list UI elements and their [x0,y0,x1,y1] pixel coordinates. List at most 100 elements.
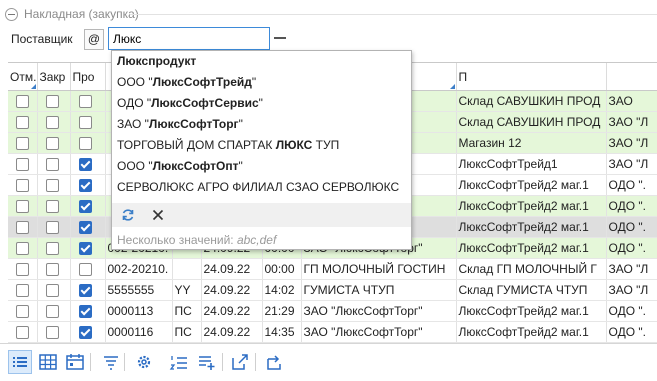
checkbox-otm[interactable] [16,326,29,340]
checkbox-pro[interactable] [78,305,92,319]
checkbox-zakr[interactable] [45,158,59,172]
checkbox-zakr[interactable] [45,116,59,130]
cell-zakr [37,132,71,154]
cell-p: ЗАО "Л [606,258,657,280]
cell-otm [8,132,38,154]
numbered-list-button[interactable] [168,351,190,373]
checkbox-zakr[interactable] [45,326,59,340]
suggestion-item[interactable]: ЗАО "ЛюксСофтТорг" [112,114,411,135]
column-header[interactable]: Про [70,63,106,91]
cell-supplier: ГУМИСТА ЧТУП [301,279,457,301]
option-text: " [238,159,243,173]
table-row[interactable]: 5555555 YY 24.09.22 14:02 ГУМИСТА ЧТУП Склад … [8,279,657,301]
cell-p: ОДО ". [606,195,657,217]
checkbox-pro[interactable] [78,95,92,109]
refresh-icon[interactable] [121,208,135,222]
grid-view-button[interactable] [37,351,59,373]
checkbox-zakr[interactable] [45,137,59,151]
column-header[interactable]: Отм. [8,63,38,91]
column-header[interactable] [606,63,657,91]
export-button[interactable] [229,351,251,373]
match-highlight: Люкспродукт [117,54,197,68]
option-text: ООО " [117,159,153,173]
checkbox-pro[interactable] [78,242,92,256]
bottom-toolbar [0,343,657,381]
checkbox-pro[interactable] [78,284,92,298]
cell-date: 24.09.22 [201,321,263,343]
cell-warehouse: ЛюксСофтТрейд2 маг.1 [456,300,607,322]
column-header[interactable]: П [456,63,607,91]
table-row[interactable]: 002-20210. 24.09.22 00:00 ГП МОЛОЧНЫЙ ГОСТИ… [8,258,657,280]
supplier-filter-label: Поставщик [11,32,73,46]
table-row[interactable]: 0000113 ПС 24.09.22 21:29 ЗАО "ЛюксСофтТорг"… [8,300,657,322]
checkbox-zakr[interactable] [45,179,59,193]
transfer-button[interactable] [263,351,285,373]
list-view-button[interactable] [8,350,32,374]
checkbox-zakr[interactable] [45,221,59,235]
cell-num: 0000116 [105,321,173,343]
cell-supplier: ГП МОЛОЧНЫЙ ГОСТИН [301,258,457,280]
cell-p: ОДО ". [606,237,657,259]
checkbox-otm[interactable] [16,116,29,130]
checkbox-pro[interactable] [78,326,92,340]
checkbox-otm[interactable] [16,200,29,214]
cell-zakr [37,111,71,133]
cell-pro [70,174,106,196]
cell-warehouse: Склад ГУМИСТА ЧТУП [456,279,607,301]
add-row-button[interactable] [196,351,218,373]
remove-filter-button[interactable] [274,37,286,39]
checkbox-zakr[interactable] [45,200,59,214]
checkbox-pro[interactable] [78,116,92,130]
cell-time: 14:02 [262,279,302,301]
checkbox-pro[interactable] [78,221,92,235]
checkbox-zakr[interactable] [45,305,59,319]
suggestion-list: Люкспродукт ООО "ЛюксСофтТрейд" ОДО "ЛюксС… [112,51,411,198]
checkbox-otm[interactable] [16,95,29,109]
checkbox-pro[interactable] [78,263,92,277]
suggestion-item[interactable]: ООО "ЛюксСофтТрейд" [112,72,411,93]
cell-zakr [37,279,71,301]
cell-code: ПС [172,321,202,343]
checkbox-otm[interactable] [16,284,29,298]
cell-otm [8,258,38,280]
checkbox-zakr[interactable] [45,95,59,109]
checkbox-pro[interactable] [78,137,92,151]
checkbox-pro[interactable] [78,179,92,193]
checkbox-otm[interactable] [16,263,29,277]
checkbox-zakr[interactable] [45,242,59,256]
column-header[interactable]: Закр [37,63,71,91]
calendar-view-icon [66,354,84,370]
checkbox-zakr[interactable] [45,284,59,298]
suggestion-item[interactable]: ТОРГОВЫЙ ДОМ СПАРТАК ЛЮКС ТУП [112,135,411,156]
transfer-icon [267,355,281,370]
suggestion-item[interactable]: ОДО "ЛюксСофтСервис" [112,93,411,114]
option-text: ЗАО " [117,117,149,131]
suggestion-item[interactable]: СЕРВОЛЮКС АГРО ФИЛИАЛ СЗАО СЕРВОЛЮКС [112,177,411,198]
checkbox-pro[interactable] [78,158,92,172]
calendar-view-button[interactable] [64,351,86,373]
collapse-icon[interactable] [5,7,18,21]
checkbox-otm[interactable] [16,158,29,172]
cell-zakr [37,153,71,175]
checkbox-otm[interactable] [16,137,29,151]
filter-row: Поставщик @ [0,27,657,51]
cell-p: ОДО ". [606,300,657,322]
supplier-search-input[interactable] [108,27,270,50]
cell-zakr [37,174,71,196]
checkbox-zakr[interactable] [45,263,59,277]
checkbox-otm[interactable] [16,179,29,193]
close-icon[interactable] [151,208,165,222]
filter-button[interactable] [100,351,122,373]
checkbox-pro[interactable] [78,200,92,214]
checkbox-otm[interactable] [16,221,29,235]
table-row[interactable]: 0000116 ПС 24.09.22 14:35 ЗАО "ЛюксСофтТорг"… [8,321,657,343]
cell-pro [70,132,106,154]
suggestion-item[interactable]: ООО "ЛюксСофтОпт" [112,156,411,177]
multi-value-hint: Несколько значений: abc,def [117,233,276,247]
settings-button[interactable] [133,351,155,373]
cell-otm [8,300,38,322]
match-mode-button[interactable]: @ [84,29,104,50]
checkbox-otm[interactable] [16,242,29,256]
checkbox-otm[interactable] [16,305,29,319]
suggestion-item[interactable]: Люкспродукт [112,51,411,72]
